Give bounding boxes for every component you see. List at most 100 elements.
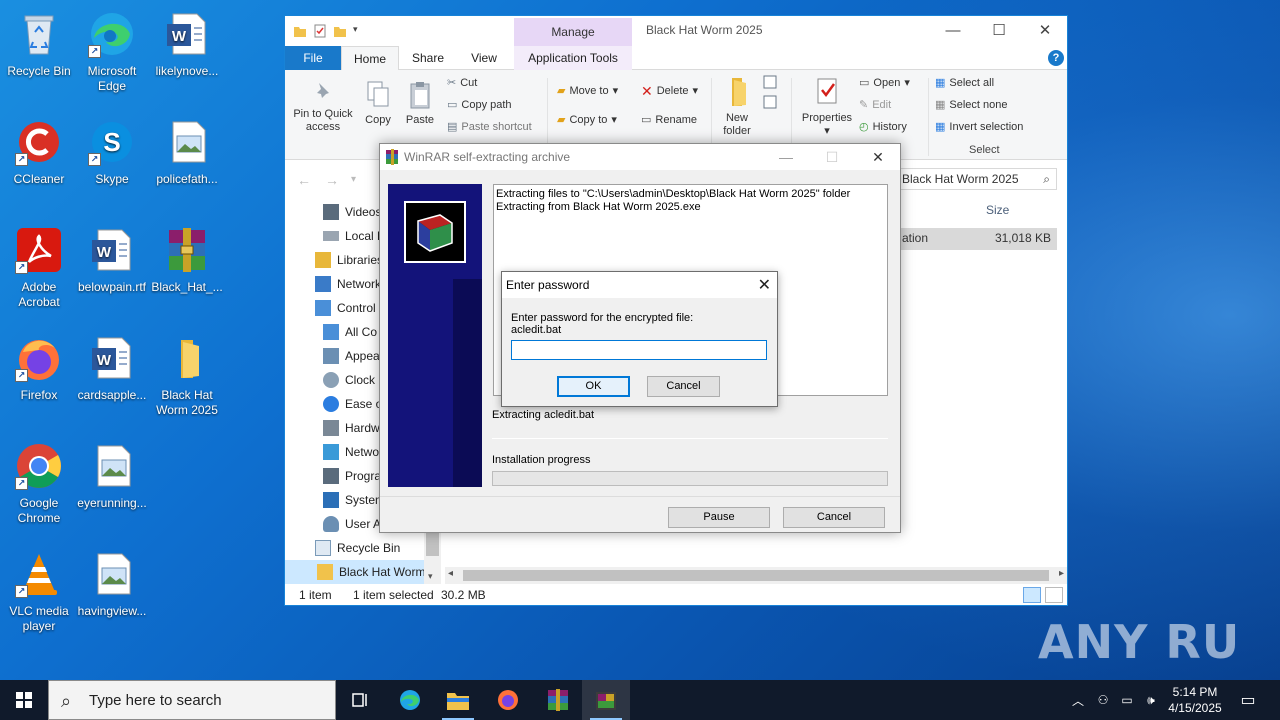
nav-item-all-control-panel[interactable]: All Co (323, 320, 377, 344)
nav-item-black-hat-worm[interactable]: Black Hat Worm (285, 560, 441, 584)
start-button[interactable] (0, 680, 48, 720)
move-to-button[interactable]: ▰ Move to ▾ (557, 82, 618, 100)
scrollbar-thumb[interactable] (426, 532, 439, 556)
paste-button[interactable]: Paste (403, 80, 437, 127)
taskbar-winrar[interactable] (534, 680, 582, 720)
minimize-button[interactable]: — (930, 16, 976, 46)
properties-icon[interactable] (313, 24, 327, 38)
taskbar-winrar-sfx[interactable] (582, 680, 630, 720)
tab-share[interactable]: Share (403, 46, 453, 70)
taskbar-search-box[interactable]: ⌕ Type here to search (48, 680, 336, 720)
horizontal-scrollbar[interactable]: ◂ ▸ (445, 567, 1067, 584)
invert-selection-button[interactable]: ▦ Invert selection (935, 118, 1023, 136)
column-header-size[interactable]: Size (900, 201, 1060, 225)
tab-application-tools[interactable]: Application Tools (514, 46, 632, 70)
forward-arrow-icon[interactable]: → (325, 172, 339, 188)
desktop-icon-ccleaner[interactable]: ↗ CCleaner (0, 112, 78, 212)
show-hidden-icons-button[interactable]: ︿ (1068, 680, 1088, 720)
title-bar[interactable]: ▾ Manage Black Hat Worm 2025 — ☐ ✕ (285, 16, 1067, 46)
pin-quick-access-button[interactable]: Pin to Quick access (291, 80, 355, 134)
desktop-icon-policefath[interactable]: policefath... (148, 112, 226, 212)
nav-item-local-disk[interactable]: Local D (323, 224, 386, 248)
nav-item-appearance[interactable]: Appea (323, 344, 380, 368)
nav-item-recycle-bin[interactable]: Recycle Bin (315, 536, 400, 560)
copy-to-button[interactable]: ▰ Copy to ▾ (557, 111, 617, 129)
nav-scrollbar[interactable]: ▾ (424, 530, 441, 584)
tab-file[interactable]: File (285, 46, 341, 70)
details-view-icon[interactable] (1023, 587, 1041, 603)
cancel-button[interactable]: Cancel (783, 507, 885, 528)
desktop-icon-firefox[interactable]: ↗ Firefox (0, 328, 78, 428)
new-item-button[interactable] (759, 74, 783, 118)
rename-button[interactable]: ▭ Rename (641, 111, 697, 129)
desktop-icon-likelynove[interactable]: W likelynove... (148, 4, 226, 104)
password-input[interactable] (511, 340, 767, 360)
desktop-icon-belowpain[interactable]: W belowpain.rtf (73, 220, 151, 320)
chevron-left-icon[interactable]: ◂ (448, 568, 453, 579)
notifications-button[interactable]: ▭ (1232, 680, 1264, 720)
desktop-icon-edge[interactable]: ↗ Microsoft Edge (73, 4, 151, 104)
close-button[interactable]: ✕ (1022, 16, 1068, 46)
desktop-icon-eyerunning[interactable]: eyerunning... (73, 436, 151, 536)
select-none-button[interactable]: ▦ Select none (935, 96, 1008, 114)
chevron-down-icon[interactable]: ▾ (353, 24, 367, 38)
history-button[interactable]: ◴ History (859, 118, 907, 136)
nav-item-hardware[interactable]: Hardw (323, 416, 380, 440)
desktop-icon-adobe-acrobat[interactable]: ↗ Adobe Acrobat (0, 220, 78, 320)
nav-item-control-panel[interactable]: Control (315, 296, 376, 320)
taskbar-edge[interactable] (386, 680, 434, 720)
close-button[interactable]: ✕ (855, 144, 901, 170)
desktop-icon-vlc[interactable]: ↗ VLC media player (0, 544, 78, 644)
search-box[interactable]: Black Hat Worm 2025 ⌕ (895, 168, 1057, 190)
help-icon[interactable]: ? (1048, 50, 1064, 66)
tab-manage[interactable]: Manage (514, 18, 632, 46)
desktop-icon-havingview[interactable]: havingview... (73, 544, 151, 644)
desktop-icon-cardsapple[interactable]: W cardsapple... (73, 328, 151, 428)
tab-home[interactable]: Home (341, 46, 399, 70)
nav-item-videos[interactable]: Videos (323, 200, 381, 224)
nav-item-network-internet[interactable]: Netwo (323, 440, 379, 464)
taskbar-clock[interactable]: 5:14 PM 4/15/2025 (1160, 684, 1230, 716)
minimize-button[interactable]: — (763, 144, 809, 170)
pause-button[interactable]: Pause (668, 507, 770, 528)
paste-shortcut-button[interactable]: ▤ Paste shortcut (447, 118, 532, 136)
winrar-title-bar[interactable]: WinRAR self-extracting archive — ☐ ✕ (380, 144, 900, 170)
desktop-icon-black-hat-folder[interactable]: Black Hat Worm 2025 (148, 328, 226, 428)
select-all-button[interactable]: ▦ Select all (935, 74, 994, 92)
copy-path-button[interactable]: ▭ Copy path (447, 96, 512, 114)
nav-item-libraries[interactable]: Libraries (315, 248, 383, 272)
properties-button[interactable]: Properties ▾ (797, 76, 857, 138)
new-folder-button[interactable]: New folder (717, 76, 757, 138)
close-icon[interactable]: ✕ (758, 275, 771, 295)
nav-item-user-accounts[interactable]: User A (323, 512, 381, 536)
chevron-down-icon[interactable]: ▾ (351, 174, 356, 185)
edit-button[interactable]: ✎ Edit (859, 96, 891, 114)
chevron-right-icon[interactable]: ▸ (1059, 568, 1064, 579)
file-row-selected[interactable]: ation 31,018 KB (900, 228, 1057, 250)
tab-view[interactable]: View (459, 46, 509, 70)
copy-button[interactable]: Copy (361, 80, 395, 127)
nav-item-ease-of-access[interactable]: Ease o (323, 392, 382, 416)
large-icons-view-icon[interactable] (1045, 587, 1063, 603)
new-folder-icon[interactable] (333, 24, 347, 38)
nav-item-network[interactable]: Network (315, 272, 381, 296)
tray-app-icon[interactable]: ⚇ (1092, 680, 1114, 720)
desktop-icon-skype[interactable]: S ↗ Skype (73, 112, 151, 212)
desktop-icon-black-hat-archive[interactable]: Black_Hat_... (148, 220, 226, 320)
chevron-down-icon[interactable]: ▾ (428, 571, 433, 582)
taskbar-firefox[interactable] (484, 680, 532, 720)
back-arrow-icon[interactable]: ← (297, 172, 311, 188)
maximize-button[interactable]: ☐ (976, 16, 1022, 46)
nav-item-clock[interactable]: Clock (323, 368, 375, 392)
delete-button[interactable]: ✕ Delete ▾ (641, 82, 698, 100)
dialog-title-bar[interactable]: Enter password ✕ (502, 272, 777, 298)
taskbar-file-explorer[interactable] (434, 680, 482, 720)
open-button[interactable]: ▭ Open ▾ (859, 74, 910, 92)
scrollbar-thumb[interactable] (463, 570, 1049, 581)
enter-password-dialog[interactable]: Enter password ✕ Enter password for the … (501, 271, 778, 407)
nav-item-system[interactable]: System (323, 488, 385, 512)
desktop-icon-recycle-bin[interactable]: Recycle Bin (0, 4, 78, 104)
nav-item-programs[interactable]: Progra (323, 464, 381, 488)
ok-button[interactable]: OK (557, 376, 630, 397)
network-tray-icon[interactable]: ▭ (1116, 680, 1138, 720)
